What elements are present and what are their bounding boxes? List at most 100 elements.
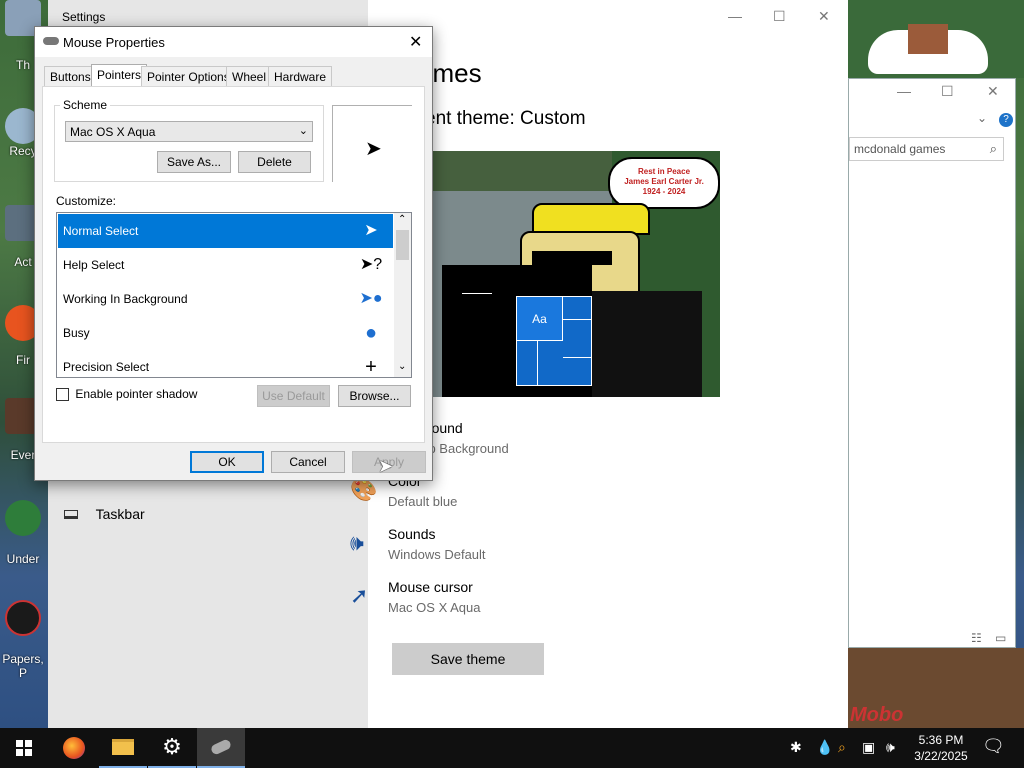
clock[interactable]: 5:36 PM 3/22/2025 [908, 732, 974, 764]
dialog-title: Mouse Properties [63, 35, 165, 50]
customize-label: Customize: [56, 194, 117, 208]
pointer-row-label: Working In Background [63, 292, 188, 306]
windows-icon [16, 740, 32, 756]
folder-icon [112, 739, 134, 755]
water-drop-tray-icon[interactable]: 💧 [816, 739, 833, 756]
cursor-preview: ➤ [332, 105, 412, 182]
current-theme-label: ent theme: Custom [425, 108, 586, 129]
crosshair-cursor-icon: + [365, 356, 377, 378]
theme-preview[interactable]: Rest in Peace James Earl Carter Jr. 1924… [432, 151, 720, 397]
nav-item-taskbar[interactable]: Taskbar [64, 506, 145, 522]
mouse-cursor-title: Mouse cursor [388, 579, 473, 595]
scheme-select[interactable]: Mac OS X Aqua ⌄ [65, 121, 313, 142]
details-view-icon[interactable]: ☷ [971, 631, 982, 645]
cursor-preview-icon: ➤ [365, 138, 382, 160]
file-explorer-taskbar-button[interactable] [99, 728, 147, 768]
maximize-button[interactable]: ☐ [941, 83, 954, 100]
notification-icon[interactable]: 🗨 [982, 736, 1005, 757]
mouse-properties-dialog[interactable]: Mouse Properties ✕ Buttons Pointers Poin… [34, 26, 433, 481]
pointer-row[interactable]: Working In Background ➤● [58, 282, 393, 316]
color-subtitle: Default blue [388, 494, 458, 509]
close-button[interactable]: ✕ [987, 83, 999, 100]
taskbar: ⚙ ✱ 💧 ⌕ ▣ 🕪 5:36 PM 3/22/2025 🗨 [0, 728, 1024, 768]
use-default-button[interactable]: Use Default [257, 385, 330, 407]
clock-time: 5:36 PM [918, 733, 964, 747]
firefox-taskbar-button[interactable] [50, 728, 98, 768]
network-tray-icon[interactable]: ▣ [862, 739, 875, 756]
settings-taskbar-button[interactable]: ⚙ [148, 728, 196, 768]
search-input[interactable]: mcdonald games ⌕ [849, 137, 1004, 161]
tab-pointers[interactable]: Pointers [91, 64, 148, 87]
preview-view-icon[interactable]: ▭ [995, 631, 1006, 645]
tab-wheel[interactable]: Wheel [226, 66, 273, 86]
settings-title: Settings [62, 10, 106, 24]
scheme-value: Mac OS X Aqua [70, 125, 156, 139]
gear-icon: ⚙ [162, 734, 182, 759]
tab-pointer-options[interactable]: Pointer Options [141, 66, 236, 86]
mouse-pointer-icon: ➤ [378, 456, 394, 476]
pointer-row[interactable]: Normal Select ➤ [58, 214, 393, 248]
search-text: mcdonald games [854, 142, 946, 156]
desktop-icon-label: Under [6, 552, 40, 566]
scroll-up-icon[interactable]: ⌃ [398, 214, 406, 225]
minimize-button[interactable]: — [728, 8, 742, 24]
cancel-button[interactable]: Cancel [271, 451, 345, 473]
explorer-window[interactable]: — ☐ ✕ ⌄ ? mcdonald games ⌕ ☷ ▭ [848, 78, 1016, 648]
pointer-list[interactable]: Normal Select ➤ Help Select ➤? Working I… [56, 212, 412, 378]
pointers-panel: Scheme Mac OS X Aqua ⌄ Save As... Delete… [42, 86, 425, 443]
dialog-titlebar: Mouse Properties ✕ [35, 27, 432, 57]
search-tray-icon[interactable]: ⌕ [838, 739, 846, 756]
browse-button[interactable]: Browse... [338, 385, 411, 407]
minimize-button[interactable]: — [897, 83, 911, 99]
pointer-shadow-checkbox[interactable] [56, 388, 69, 402]
scroll-thumb[interactable] [396, 230, 409, 260]
help-icon[interactable]: ? [999, 113, 1013, 127]
busy-cursor-icon: ● [364, 322, 378, 344]
delete-button[interactable]: Delete [238, 151, 311, 173]
mouse-cursor-subtitle: Mac OS X Aqua [388, 600, 481, 615]
scroll-down-icon[interactable]: ⌄ [398, 361, 406, 372]
mouse-properties-taskbar-button[interactable] [197, 728, 245, 768]
pointer-row-label: Help Select [63, 258, 125, 272]
pointer-row[interactable]: Help Select ➤? [58, 248, 393, 282]
firefox-icon [63, 737, 85, 759]
security-tray-icon[interactable]: ✱ [790, 739, 802, 756]
cursor-icon: ➚ [350, 583, 369, 608]
working-cursor-icon: ➤● [359, 290, 383, 307]
sounds-subtitle: Windows Default [388, 547, 486, 562]
help-cursor-icon: ➤? [359, 256, 383, 273]
desktop-icon-label: Papers, P [2, 652, 44, 680]
wallpaper-strip: Mobo [848, 648, 1024, 728]
arrow-cursor-icon: ➤ [364, 222, 378, 239]
close-button[interactable]: ✕ [818, 8, 830, 25]
pointer-list-scrollbar[interactable]: ⌃ ⌄ [394, 213, 411, 377]
volume-tray-icon[interactable]: 🕪 [886, 739, 895, 756]
pointer-shadow-label: Enable pointer shadow [75, 387, 198, 401]
desktop-icon-6[interactable]: Under [0, 500, 46, 566]
scheme-label: Scheme [60, 98, 111, 112]
close-icon[interactable]: ✕ [409, 32, 422, 52]
speaker-icon: 🕪 [350, 530, 364, 555]
search-icon: ⌕ [989, 141, 997, 156]
pointer-row-label: Normal Select [63, 224, 139, 238]
desktop-icon-7[interactable]: Papers, P [0, 600, 46, 680]
pointer-shadow-option[interactable]: Enable pointer shadow [56, 387, 198, 402]
wallpaper-decoration [848, 0, 1024, 78]
ok-button[interactable]: OK [190, 451, 264, 473]
pointer-row[interactable]: Busy ● [58, 316, 393, 350]
chevron-down-icon: ⌄ [298, 125, 308, 137]
sounds-setting[interactable]: 🕪 Sounds Windows Default [350, 526, 486, 562]
chevron-down-icon[interactable]: ⌄ [977, 111, 987, 125]
mouse-cursor-setting[interactable]: ➚ Mouse cursor Mac OS X Aqua [350, 579, 481, 615]
pointer-row[interactable]: Precision Select + [58, 350, 393, 378]
start-button[interactable] [0, 728, 48, 768]
pointer-row-label: Busy [63, 326, 90, 340]
app-icon [5, 500, 41, 536]
save-theme-button[interactable]: Save theme [392, 643, 544, 675]
wallpaper-text: Mobo [850, 704, 904, 726]
maximize-button[interactable]: ☐ [773, 8, 786, 25]
sounds-title: Sounds [388, 526, 436, 542]
save-as-button[interactable]: Save As... [157, 151, 231, 173]
tab-hardware[interactable]: Hardware [268, 66, 333, 86]
tab-buttons[interactable]: Buttons [44, 66, 97, 86]
